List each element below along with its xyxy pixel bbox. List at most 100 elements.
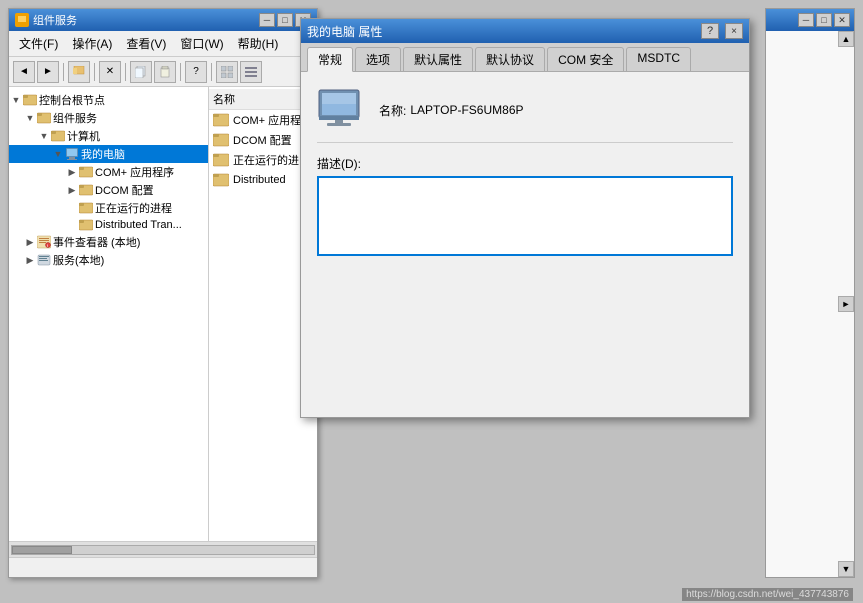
scroll-down-arrow[interactable]: ▼: [838, 561, 854, 577]
menu-view[interactable]: 查看(V): [120, 33, 172, 54]
mycomputer-icon: [65, 147, 79, 161]
menu-help[interactable]: 帮助(H): [232, 33, 285, 54]
tree-item-running[interactable]: 正在运行的进程: [9, 199, 208, 217]
dialog-titlebar: 我的电脑 属性 ? ×: [301, 19, 749, 43]
help-button[interactable]: ?: [185, 61, 207, 83]
list-label-distributed: Distributed: [233, 174, 286, 186]
tree-label-dcom: DCOM 配置: [95, 182, 154, 198]
name-display: 名称: LAPTOP-FS6UM86P: [379, 102, 524, 119]
right-panel-empty: ▲ ▼ ►: [766, 31, 854, 577]
list-icon-distributed: [213, 172, 229, 188]
expand-services[interactable]: ▶: [23, 253, 37, 267]
tab-options[interactable]: 选项: [355, 47, 401, 71]
dialog-content: 名称: LAPTOP-FS6UM86P 描述(D):: [301, 72, 749, 417]
forward-button[interactable]: ►: [37, 61, 59, 83]
computer-icon-large: [317, 88, 367, 132]
copy-button[interactable]: [130, 61, 152, 83]
desc-label: 描述(D):: [317, 155, 733, 172]
root-icon: [23, 93, 37, 107]
tree-item-dcom[interactable]: ▶ DCOM 配置: [9, 181, 208, 199]
scroll-up-arrow[interactable]: ▲: [838, 31, 854, 47]
tab-default-protocol[interactable]: 默认协议: [475, 47, 545, 71]
toolbar-separator-4: [180, 63, 181, 81]
tree-label-complus: COM+ 应用程序: [95, 164, 174, 180]
right-minimize-button[interactable]: ─: [798, 13, 814, 27]
paste-button[interactable]: [154, 61, 176, 83]
comp-services-titlebar: 组件服务 ─ □ ✕: [9, 9, 317, 31]
comp-services-title: 组件服务: [33, 12, 77, 28]
toolbar-separator-5: [211, 63, 212, 81]
minimize-button[interactable]: ─: [259, 13, 275, 27]
right-close-button[interactable]: ✕: [834, 13, 850, 27]
view-button2[interactable]: [240, 61, 262, 83]
watermark: https://blog.csdn.net/wei_437743876: [682, 588, 853, 601]
dialog-close-button[interactable]: ×: [725, 23, 743, 39]
tree-label-root: 控制台根节点: [39, 92, 105, 108]
tree-item-root[interactable]: ▼ 控制台根节点: [9, 91, 208, 109]
desc-label-text: 描述(D):: [317, 157, 361, 171]
list-icon-running: [213, 152, 229, 168]
list-icon-complus: [213, 112, 229, 128]
tab-msdtc[interactable]: MSDTC: [626, 47, 691, 71]
content-area: ▼ 控制台根节点 ▼ 组件服务 ▼ 计算机: [9, 87, 317, 541]
expand-computers[interactable]: ▼: [37, 129, 51, 143]
svg-text:!: !: [47, 243, 48, 248]
delete-button[interactable]: ✕: [99, 61, 121, 83]
tree-label-distributed: Distributed Tran...: [95, 219, 182, 231]
back-button[interactable]: ◄: [13, 61, 35, 83]
comp-services-window: 组件服务 ─ □ ✕ 文件(F) 操作(A) 查看(V) 窗口(W) 帮助(H)…: [8, 8, 318, 578]
toolbar-separator-3: [125, 63, 126, 81]
up-button[interactable]: [68, 61, 90, 83]
tab-com-security[interactable]: COM 安全: [547, 47, 624, 71]
dialog-tabs: 常规 选项 默认属性 默认协议 COM 安全 MSDTC: [301, 43, 749, 72]
complus-icon: [79, 165, 93, 179]
list-icon-dcom: [213, 132, 229, 148]
tree-item-services[interactable]: ▶ 服务(本地): [9, 251, 208, 269]
expand-dcom[interactable]: ▶: [65, 183, 79, 197]
desc-textarea[interactable]: [317, 176, 733, 256]
expand-compservices[interactable]: ▼: [23, 111, 37, 125]
tree-label-running: 正在运行的进程: [95, 200, 172, 216]
menu-window[interactable]: 窗口(W): [174, 33, 229, 54]
horizontal-scrollbar[interactable]: [9, 541, 317, 557]
right-side-panel: ─ □ ✕ ▲ ▼ ►: [765, 8, 855, 578]
running-icon: [79, 201, 93, 215]
scrollbar-thumb[interactable]: [12, 546, 72, 554]
list-label-dcom: DCOM 配置: [233, 132, 292, 148]
expand-eventviewer[interactable]: ▶: [23, 235, 37, 249]
tree-label-computers: 计算机: [67, 128, 100, 144]
view-button1[interactable]: [216, 61, 238, 83]
computer-name-row: 名称: LAPTOP-FS6UM86P: [317, 88, 733, 143]
status-bar: [9, 557, 317, 577]
tree-panel: ▼ 控制台根节点 ▼ 组件服务 ▼ 计算机: [9, 87, 209, 541]
expand-mycomputer[interactable]: ▼: [51, 147, 65, 161]
maximize-button[interactable]: □: [277, 13, 293, 27]
tree-item-compservices[interactable]: ▼ 组件服务: [9, 109, 208, 127]
tree-label-mycomputer: 我的电脑: [81, 146, 125, 162]
desc-section: 描述(D):: [317, 155, 733, 259]
menu-bar: 文件(F) 操作(A) 查看(V) 窗口(W) 帮助(H): [9, 31, 317, 57]
tree-item-eventviewer[interactable]: ▶ ! 事件查看器 (本地): [9, 233, 208, 251]
titlebar-left: 组件服务: [15, 12, 77, 28]
menu-file[interactable]: 文件(F): [13, 33, 64, 54]
tree-label-services: 服务(本地): [53, 252, 104, 268]
menu-action[interactable]: 操作(A): [66, 33, 118, 54]
name-label: 名称:: [379, 102, 406, 119]
expand-complus[interactable]: ▶: [65, 165, 79, 179]
tree-label-compservices: 组件服务: [53, 110, 97, 126]
tab-default-props[interactable]: 默认属性: [403, 47, 473, 71]
right-restore-button[interactable]: □: [816, 13, 832, 27]
tree-label-eventviewer: 事件查看器 (本地): [53, 234, 140, 250]
tab-general[interactable]: 常规: [307, 47, 353, 72]
tree-item-computers[interactable]: ▼ 计算机: [9, 127, 208, 145]
tree-item-mycomputer[interactable]: ▼ 我的电脑: [9, 145, 208, 163]
tree-item-complus[interactable]: ▶ COM+ 应用程序: [9, 163, 208, 181]
scrollbar-track[interactable]: [11, 545, 315, 555]
dialog-help-button[interactable]: ?: [701, 23, 719, 39]
expand-root[interactable]: ▼: [9, 93, 23, 107]
tree-item-distributed[interactable]: Distributed Tran...: [9, 217, 208, 233]
toolbar-separator-2: [94, 63, 95, 81]
eventviewer-icon: !: [37, 235, 51, 249]
scroll-right-arrow[interactable]: ►: [838, 296, 854, 312]
compservices-icon: [37, 111, 51, 125]
